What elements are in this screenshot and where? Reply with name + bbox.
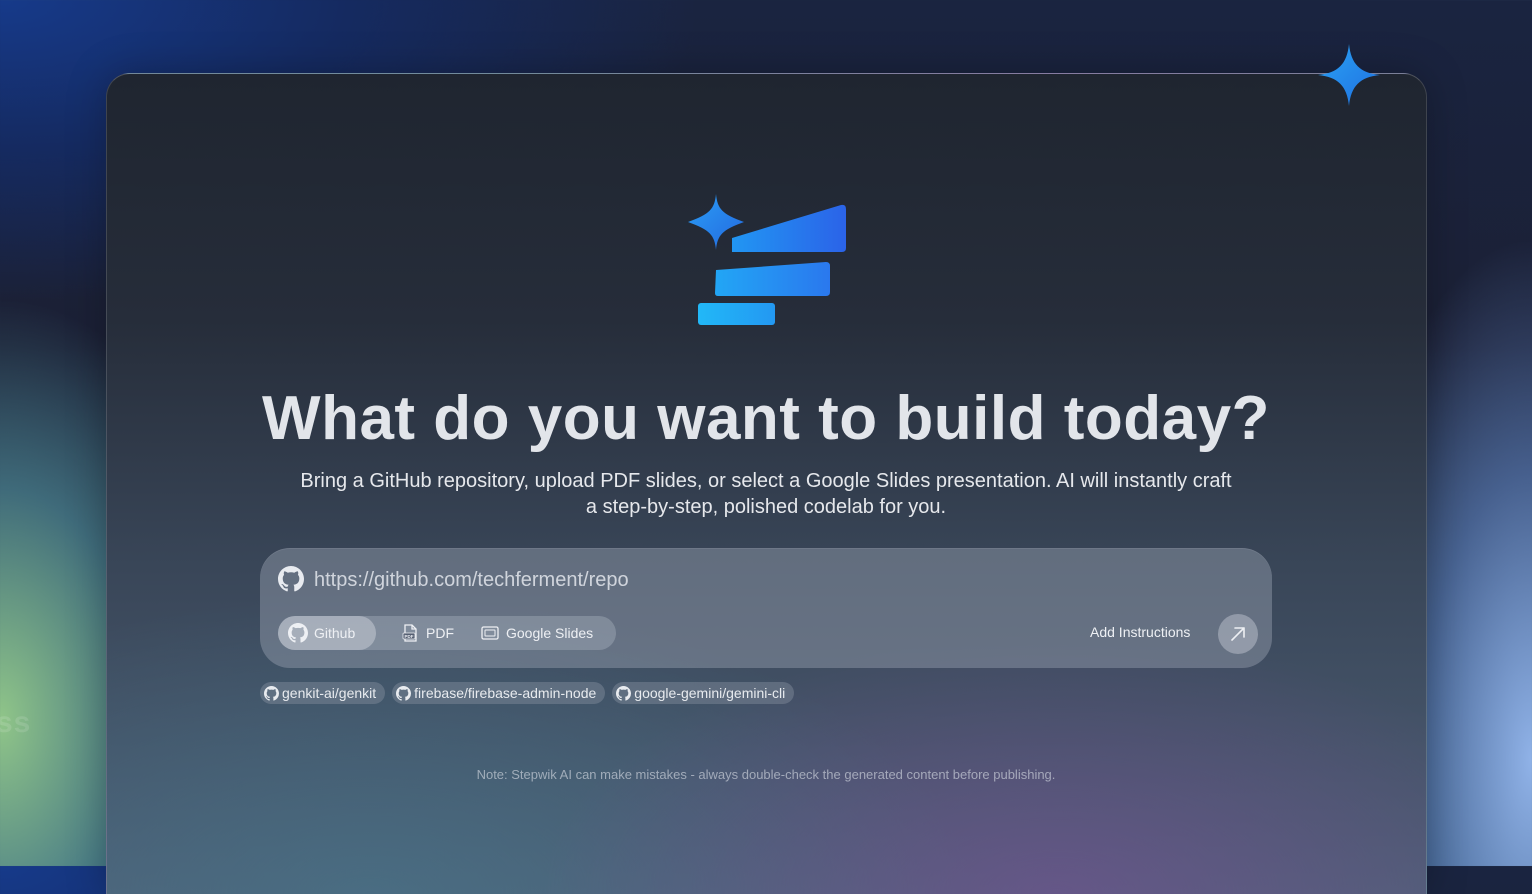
github-icon: [288, 623, 308, 643]
source-selector: Github PDF PDF Google Slides: [278, 616, 616, 650]
suggested-repo-chip[interactable]: firebase/firebase-admin-node: [392, 682, 606, 704]
github-icon: [264, 685, 279, 701]
sparkle-icon: [1318, 44, 1380, 106]
source-tab-label: PDF: [426, 625, 454, 641]
github-icon: [278, 566, 304, 592]
pdf-icon: PDF: [402, 624, 417, 642]
source-tab-github[interactable]: Github: [278, 616, 376, 650]
add-instructions-button[interactable]: Add Instructions: [1090, 624, 1190, 640]
chip-label: google-gemini/gemini-cli: [634, 685, 786, 701]
suggested-repo-chip[interactable]: google-gemini/gemini-cli: [612, 682, 795, 704]
prompt-box: Github PDF PDF Google Slides Add Instruc…: [260, 548, 1272, 668]
background-ghost-text: ss: [0, 706, 32, 739]
github-icon: [396, 685, 412, 701]
source-tab-label: Google Slides: [506, 625, 594, 641]
chip-label: firebase/firebase-admin-node: [414, 685, 597, 701]
subtitle-line-1: Bring a GitHub repository, upload PDF sl…: [300, 470, 1232, 492]
repo-url-input[interactable]: [312, 564, 1196, 596]
suggested-repos: genkit-ai/genkit firebase/firebase-admin…: [260, 682, 795, 704]
source-tab-pdf[interactable]: PDF PDF: [376, 616, 468, 650]
subtitle-line-2: a step-by-step, polished codelab for you…: [585, 496, 947, 518]
app-logo: [688, 194, 846, 325]
suggested-repo-chip[interactable]: genkit-ai/genkit: [260, 682, 386, 704]
disclaimer-note: Note: Stepwik AI can make mistakes - alw…: [476, 767, 1056, 782]
github-icon: [616, 685, 632, 701]
arrow-up-right-icon: [1231, 627, 1245, 641]
source-tab-google-slides[interactable]: Google Slides: [468, 616, 607, 650]
slides-icon: [481, 626, 499, 640]
submit-button[interactable]: [1218, 614, 1258, 654]
page-title: What do you want to build today?: [262, 384, 1270, 453]
page-subtitle: Bring a GitHub repository, upload PDF sl…: [296, 468, 1236, 520]
svg-text:PDF: PDF: [405, 634, 414, 639]
chip-label: genkit-ai/genkit: [282, 685, 377, 701]
source-tab-label: Github: [314, 625, 356, 641]
